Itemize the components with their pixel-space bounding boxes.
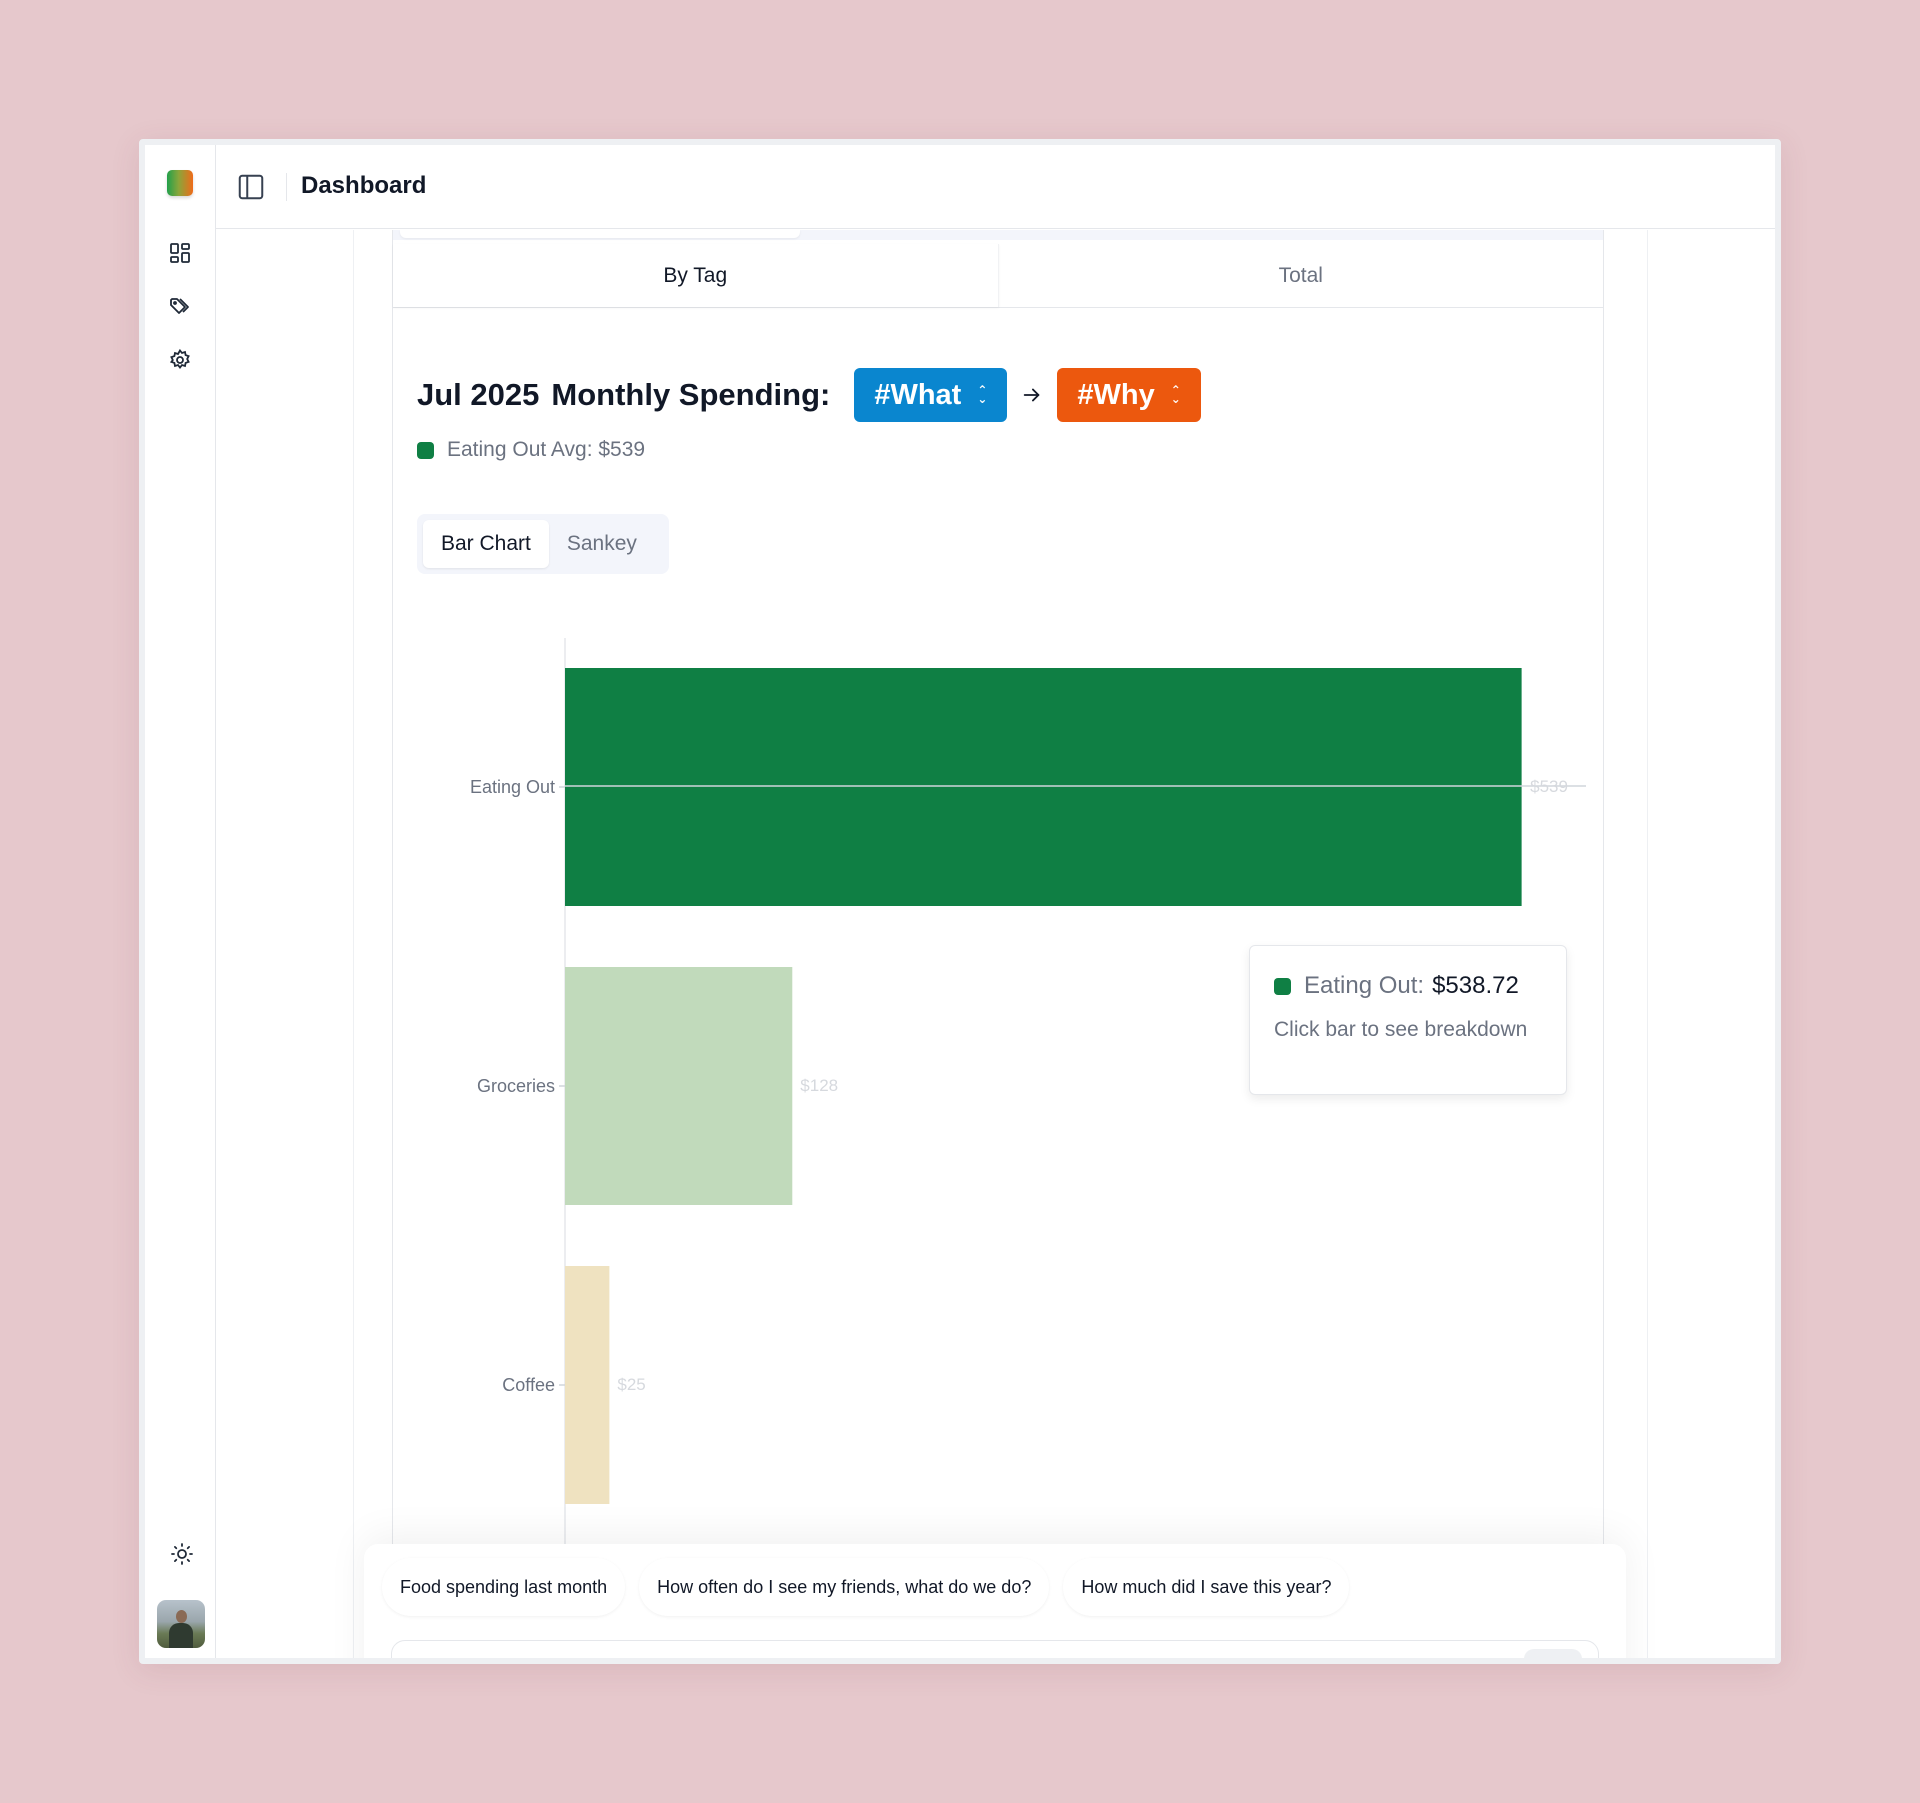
page-title: Dashboard: [301, 172, 427, 199]
category-label: Groceries: [477, 1076, 555, 1096]
chart-tooltip: Eating Out: $538.72 Click bar to see bre…: [1249, 945, 1567, 1095]
tooltip-swatch: [1274, 977, 1291, 995]
user-avatar[interactable]: [157, 1600, 205, 1648]
value-label: $128: [800, 1076, 838, 1095]
chat-input-box: [391, 1640, 1599, 1658]
main-content: By Tag Total Jul 2025 Monthly Spending: …: [216, 230, 1775, 1658]
suggestion-chip[interactable]: How often do I see my friends, what do w…: [639, 1558, 1050, 1616]
sidebar: [145, 145, 216, 1658]
bar-eating-out[interactable]: [565, 668, 1522, 906]
average-reference-label: $539: [1530, 777, 1568, 796]
tooltip-value: $538.72: [1432, 972, 1519, 999]
top-header: Dashboard: [216, 145, 1775, 229]
chat-composer: Food spending last month How often do I …: [364, 1544, 1626, 1658]
suggestion-chip[interactable]: Food spending last month: [382, 1558, 626, 1616]
chat-input[interactable]: [392, 1641, 1522, 1658]
header-divider: [286, 173, 287, 201]
suggestion-chips: Food spending last month How often do I …: [382, 1558, 1350, 1616]
send-button[interactable]: [1524, 1649, 1582, 1658]
bar-groceries[interactable]: [565, 967, 793, 1205]
suggestion-chip[interactable]: How much did I save this year?: [1063, 1558, 1350, 1616]
panel-toggle-icon[interactable]: [236, 172, 266, 202]
value-label: $25: [617, 1375, 645, 1394]
tooltip-hint: Click bar to see breakdown: [1274, 1018, 1528, 1041]
tags-icon[interactable]: [168, 295, 192, 319]
category-label: Coffee: [502, 1375, 555, 1395]
settings-icon[interactable]: [168, 348, 192, 372]
bar-coffee[interactable]: [565, 1266, 610, 1504]
app-logo[interactable]: [167, 170, 193, 196]
dashboard-icon[interactable]: [168, 241, 192, 265]
tooltip-label: Eating Out:: [1304, 972, 1425, 999]
bar-chart: Eating Out Groceries $128 Coffee $25 $539: [470, 638, 1586, 1550]
app-window: Dashboard By Tag Total Jul 2025 Monthly …: [139, 139, 1781, 1664]
theme-sun-icon[interactable]: [170, 1542, 194, 1566]
category-label: Eating Out: [470, 777, 555, 797]
